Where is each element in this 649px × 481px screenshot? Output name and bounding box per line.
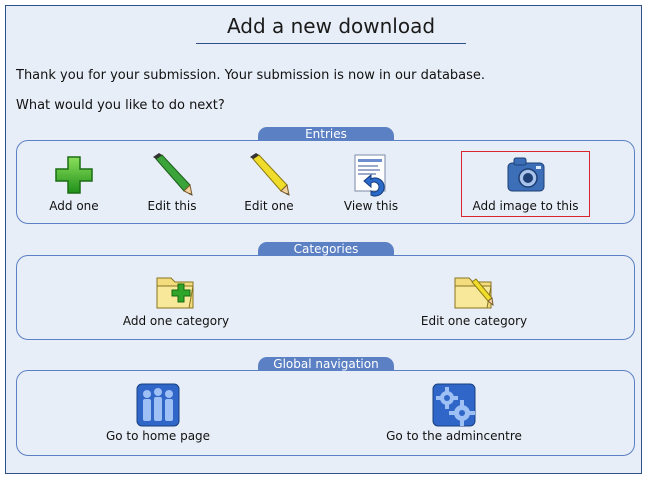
edit-one-label: Edit one [244,199,294,213]
next-step-prompt: What would you like to do next? [16,98,225,113]
add-one-category-label: Add one category [122,314,230,328]
view-this-label: View this [343,199,399,213]
folder-add-icon [156,277,194,309]
yellow-pencil-icon [250,153,290,196]
go-to-home-page-button[interactable]: Go to home page [98,383,218,443]
view-page-icon [354,154,386,197]
categories-legend: Categories [258,242,394,256]
entries-legend: Entries [258,127,394,141]
add-one-entry-button[interactable]: Add one [39,153,109,213]
camera-icon [507,157,544,192]
confirmation-message: Thank you for your submission. Your subm… [16,68,486,83]
page-title: Add a new download [196,13,466,44]
edit-one-entry-button[interactable]: Edit one [234,153,304,213]
gears-icon [432,383,476,427]
go-to-admincentre-button[interactable]: Go to the admincentre [379,383,529,443]
edit-one-category-button[interactable]: Edit one category [414,268,534,328]
categories-group [16,255,635,340]
add-one-category-button[interactable]: Add one category [116,268,236,328]
add-image-to-this-button[interactable]: Add image to this [461,151,590,217]
view-this-entry-button[interactable]: View this [336,153,406,213]
folder-edit-icon [454,277,494,309]
edit-this-entry-button[interactable]: Edit this [137,153,207,213]
admincentre-label: Go to the admincentre [386,429,522,443]
green-pencil-icon [153,153,193,196]
add-one-label: Add one [49,199,99,213]
edit-this-label: Edit this [147,199,197,213]
home-page-label: Go to home page [105,429,211,443]
main-frame: Add a new download Thank you for your su… [5,5,642,474]
people-icon [136,383,180,427]
global-navigation-legend: Global navigation [258,357,394,371]
add-image-label: Add image to this [472,199,579,213]
plus-icon [55,156,93,194]
edit-one-category-label: Edit one category [420,314,528,328]
